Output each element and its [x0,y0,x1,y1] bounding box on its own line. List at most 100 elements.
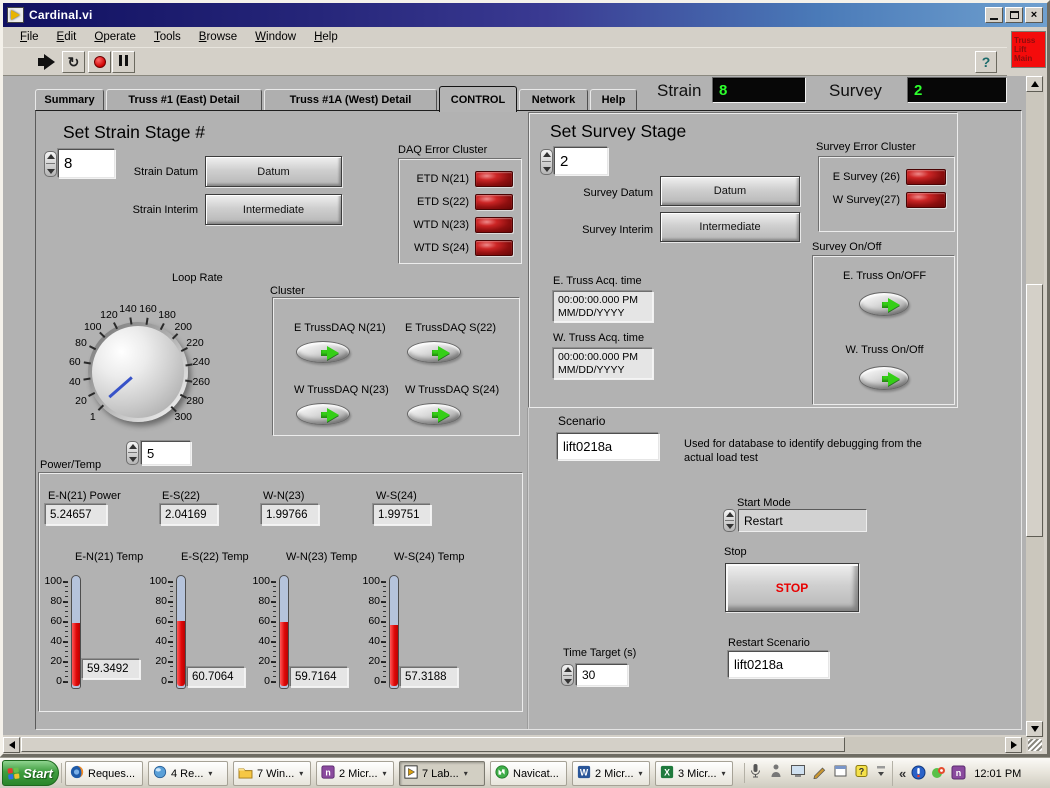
green-arrow-icon [327,346,339,360]
scroll-left-button[interactable] [3,737,20,753]
tray-onenote-icon[interactable]: n [951,765,966,783]
start-button[interactable]: Start [2,760,59,786]
onoff-button-label: W. Truss On/Off [827,344,942,356]
start-mode-spinner[interactable] [723,509,736,532]
scenario-input[interactable]: lift0218a [557,433,659,460]
tab-truss-1-east-detail[interactable]: Truss #1 (East) Detail [106,89,262,111]
title-bar[interactable]: Cardinal.vi × [3,3,1047,27]
knob-body [92,326,184,418]
tray-chevron-icon[interactable]: « [899,766,906,781]
scroll-down-button[interactable] [1026,721,1043,737]
thermo-scale-label: 0 [358,675,380,687]
taskbar-button-onenote[interactable]: n2 Micr...▾ [316,761,394,786]
tab-summary[interactable]: Summary [35,89,104,111]
scroll-right-button[interactable] [1005,737,1022,753]
taskbar-button-network[interactable]: 4 Re...▾ [148,761,228,786]
taskbar-button-label: Navicat... [513,768,559,780]
monitor-icon[interactable] [790,763,806,782]
horizontal-scroll-thumb[interactable] [21,737,845,752]
tab-truss-1a-west-detail[interactable]: Truss #1A (West) Detail [264,89,437,111]
restart-scenario-input[interactable]: lift0218a [728,651,829,678]
survey-label: Survey [829,81,882,101]
taskbar-button-word[interactable]: W2 Micr...▾ [572,761,650,786]
loop-rate-knob[interactable]: 1204060801001201401601802002202402602803… [48,282,228,462]
taskbar-button-labview[interactable]: 7 Lab...▾ [399,761,485,786]
loop-rate-input[interactable]: 5 [141,441,191,465]
close-button[interactable]: × [1025,7,1043,23]
survey-interim-button[interactable]: Intermediate [660,212,800,242]
survey-datum-button[interactable]: Datum [660,176,800,206]
trussdaq-led-button[interactable] [296,403,350,425]
strain-datum-button[interactable]: Datum [205,156,342,187]
power-value-box: 5.24657 [45,504,107,525]
thermo-scale-label: 0 [40,675,62,687]
window-icon[interactable] [833,763,848,782]
green-arrow-icon [888,298,900,312]
temp-label: W-S(24) Temp [394,551,465,563]
acq-time-label: W. Truss Acq. time [553,332,644,344]
truss-onoff-button[interactable] [859,366,909,390]
taskbar-button-navicat[interactable]: Navicat... [490,761,567,786]
loop-rate-spinner[interactable] [126,441,139,465]
knob-scale-label: 180 [152,309,182,321]
set-survey-stage-heading: Set Survey Stage [550,121,686,142]
abort-button[interactable] [88,51,111,73]
menu-operate[interactable]: Operate [85,28,145,46]
tab-help[interactable]: Help [590,89,637,111]
microphone-icon[interactable] [748,763,763,782]
thermo-scale-label: 0 [248,675,270,687]
led-row: WTD S(24) [399,236,521,259]
run-continuous-button[interactable]: ↻ [62,51,85,73]
strain-stage-spinner[interactable] [44,151,57,177]
time-target-input[interactable]: 30 [576,664,628,686]
power-label: E-S(22) [162,490,200,502]
pause-button[interactable] [112,51,135,73]
resize-grip[interactable] [1028,739,1042,751]
survey-onoff-box: E. Truss On/OFFW. Truss On/Off [812,255,955,405]
thermo-scale-label: 60 [145,615,167,627]
survey-stage-spinner[interactable] [540,149,553,175]
start-mode-value: Restart [744,514,783,528]
menu-file[interactable]: File [11,28,48,46]
menu-tools[interactable]: Tools [145,28,190,46]
taskbar-button-label: 7 Win... [257,768,294,780]
strain-stage-input[interactable]: 8 [58,149,115,178]
menu-window[interactable]: Window [246,28,305,46]
strain-indicator: 8 [712,77,806,103]
maximize-button[interactable] [1005,7,1023,23]
speech-icon[interactable] [769,763,784,782]
vertical-scroll-thumb[interactable] [1026,284,1043,537]
taskbar-button-firefox[interactable]: Reques... [65,761,143,786]
menu-browse[interactable]: Browse [190,28,246,46]
tray-alert-icon[interactable] [911,765,926,783]
scroll-up-button[interactable] [1026,76,1043,92]
taskbar-button-excel[interactable]: X3 Micr...▾ [655,761,733,786]
taskbar-button-folder[interactable]: 7 Win...▾ [233,761,311,786]
left-arrow-icon [9,741,15,749]
pen-icon[interactable] [812,763,827,782]
trussdaq-led-button[interactable] [296,341,350,363]
vi-icon-line: Main [1014,54,1045,63]
minimize-button[interactable] [985,7,1003,23]
truss-onoff-button[interactable] [859,292,909,316]
menu-help[interactable]: Help [305,28,347,46]
tab-network[interactable]: Network [519,89,588,111]
trussdaq-led-button[interactable] [407,403,461,425]
temp-label: W-N(23) Temp [286,551,357,563]
time-target-spinner[interactable] [561,664,574,686]
strain-datum-button-label: Datum [257,166,289,178]
tray-messenger-icon[interactable] [931,765,946,783]
strain-interim-button[interactable]: Intermediate [205,194,342,225]
survey-stage-input[interactable]: 2 [554,147,608,175]
tab-control[interactable]: CONTROL [439,86,517,112]
strain-label: Strain [657,81,701,101]
start-mode-input[interactable]: Restart [738,509,867,532]
trussdaq-led-button[interactable] [407,341,461,363]
options-chevron-icon[interactable] [875,763,887,782]
run-button[interactable] [35,51,58,73]
menu-edit[interactable]: Edit [48,28,86,46]
context-help-button[interactable]: ? [975,51,997,73]
led-label: E Survey (26) [833,171,900,183]
help-icon[interactable]: ? [854,763,869,782]
stop-button[interactable]: STOP [725,563,859,612]
